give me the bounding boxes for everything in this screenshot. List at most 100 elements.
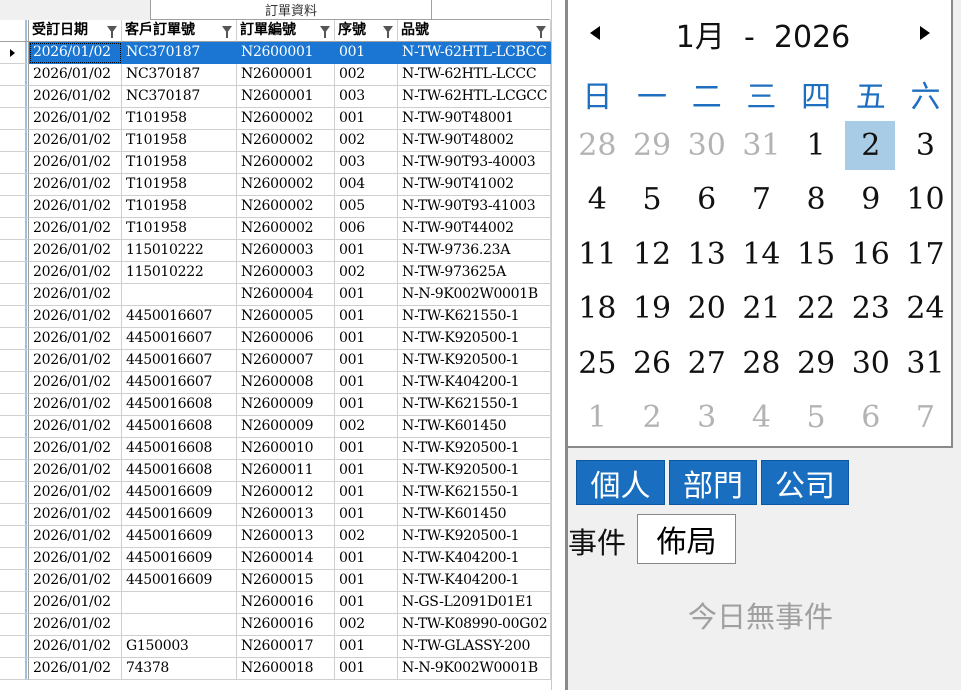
- cell-customer-order-no[interactable]: [122, 592, 237, 614]
- cell-customer-order-no[interactable]: 115010222: [122, 262, 237, 284]
- cell-customer-order-no[interactable]: 4450016608: [122, 460, 237, 482]
- cell-item-no[interactable]: N-N-9K002W0001B: [398, 658, 551, 680]
- cell-order-no[interactable]: N2600013: [237, 504, 335, 526]
- cell-item-no[interactable]: N-TW-62HTL-LCGCC: [398, 86, 551, 108]
- calendar-day[interactable]: 22: [789, 282, 844, 337]
- calendar-day[interactable]: 29: [789, 336, 844, 391]
- cell-seq[interactable]: 002: [335, 614, 398, 636]
- cell-order-date[interactable]: 2026/01/02: [29, 86, 122, 108]
- cell-seq[interactable]: 006: [335, 218, 398, 240]
- calendar-day-selected[interactable]: 2: [843, 118, 898, 173]
- cell-seq[interactable]: 001: [335, 350, 398, 372]
- filter-icon[interactable]: [383, 26, 393, 38]
- row-header[interactable]: [0, 460, 29, 482]
- cell-order-date[interactable]: 2026/01/02: [29, 306, 122, 328]
- cell-item-no[interactable]: N-TW-K621550-1: [398, 306, 551, 328]
- row-header[interactable]: [0, 658, 29, 680]
- cell-order-no[interactable]: N2600016: [237, 614, 335, 636]
- cell-item-no[interactable]: N-TW-K601450: [398, 504, 551, 526]
- cell-item-no[interactable]: N-TW-K920500-1: [398, 350, 551, 372]
- table-row[interactable]: 2026/01/02 N2600004 001 N-N-9K002W0001B: [0, 284, 551, 306]
- cell-seq[interactable]: 001: [335, 240, 398, 262]
- cell-customer-order-no[interactable]: 4450016608: [122, 394, 237, 416]
- calendar-day[interactable]: 6: [679, 173, 734, 228]
- cell-item-no[interactable]: N-TW-K404200-1: [398, 570, 551, 592]
- prev-month-icon[interactable]: [590, 26, 600, 40]
- row-header[interactable]: [0, 284, 29, 306]
- cell-order-date[interactable]: 2026/01/02: [29, 218, 122, 240]
- cell-order-date[interactable]: 2026/01/02: [29, 240, 122, 262]
- cell-customer-order-no[interactable]: 4450016609: [122, 548, 237, 570]
- table-row[interactable]: 2026/01/02 4450016607 N2600006 001 N-TW-K920…: [0, 328, 551, 350]
- row-header[interactable]: [0, 42, 29, 64]
- cell-customer-order-no[interactable]: 4450016608: [122, 438, 237, 460]
- cell-seq[interactable]: 002: [335, 262, 398, 284]
- cell-order-date[interactable]: 2026/01/02: [29, 504, 122, 526]
- cell-seq[interactable]: 001: [335, 108, 398, 130]
- cell-order-no[interactable]: N2600002: [237, 108, 335, 130]
- calendar-day[interactable]: 25: [570, 336, 625, 391]
- calendar-day[interactable]: 26: [625, 336, 680, 391]
- calendar-day[interactable]: 1: [789, 118, 844, 173]
- cell-item-no[interactable]: N-TW-9736.23A: [398, 240, 551, 262]
- calendar-day[interactable]: 12: [625, 227, 680, 282]
- column-header-item-no[interactable]: 品號: [398, 20, 551, 42]
- calendar-day[interactable]: 30: [679, 118, 734, 173]
- cell-customer-order-no[interactable]: 74378: [122, 658, 237, 680]
- table-row[interactable]: 2026/01/02 4450016609 N2600012 001 N-TW-K621…: [0, 482, 551, 504]
- cell-customer-order-no[interactable]: [122, 614, 237, 636]
- row-header[interactable]: [0, 438, 29, 460]
- row-header[interactable]: [0, 592, 29, 614]
- cell-order-date[interactable]: 2026/01/02: [29, 636, 122, 658]
- personal-button[interactable]: 個人: [576, 460, 665, 505]
- cell-order-no[interactable]: N2600017: [237, 636, 335, 658]
- cell-item-no[interactable]: N-TW-90T48002: [398, 130, 551, 152]
- cell-item-no[interactable]: N-TW-K08990-00G02: [398, 614, 551, 636]
- calendar-day[interactable]: 4: [734, 391, 789, 446]
- cell-order-date[interactable]: 2026/01/02: [29, 394, 122, 416]
- cell-order-no[interactable]: N2600002: [237, 174, 335, 196]
- cell-seq[interactable]: 002: [335, 416, 398, 438]
- calendar-day[interactable]: 31: [734, 118, 789, 173]
- cell-order-no[interactable]: N2600009: [237, 416, 335, 438]
- cell-order-no[interactable]: N2600015: [237, 570, 335, 592]
- cell-seq[interactable]: 001: [335, 570, 398, 592]
- table-row[interactable]: 2026/01/02 T101958 N2600002 002 N-TW-90T4800…: [0, 130, 551, 152]
- row-header[interactable]: [0, 416, 29, 438]
- cell-item-no[interactable]: N-N-9K002W0001B: [398, 284, 551, 306]
- calendar-day[interactable]: 21: [734, 282, 789, 337]
- cell-order-date[interactable]: 2026/01/02: [29, 526, 122, 548]
- table-row[interactable]: 2026/01/02 T101958 N2600002 001 N-TW-90T4800…: [0, 108, 551, 130]
- calendar-day[interactable]: 7: [734, 173, 789, 228]
- calendar-day[interactable]: 24: [898, 282, 953, 337]
- cell-customer-order-no[interactable]: NC370187: [122, 64, 237, 86]
- cell-customer-order-no[interactable]: G150003: [122, 636, 237, 658]
- cell-order-date[interactable]: 2026/01/02: [29, 130, 122, 152]
- table-row[interactable]: 2026/01/02 T101958 N2600002 006 N-TW-90T4400…: [0, 218, 551, 240]
- filter-icon[interactable]: [320, 26, 330, 38]
- table-row[interactable]: 2026/01/02 G150003 N2600017 001 N-TW-GLASSY-…: [0, 636, 551, 658]
- department-button[interactable]: 部門: [669, 460, 757, 505]
- calendar-day[interactable]: 1: [570, 391, 625, 446]
- row-header[interactable]: [0, 614, 29, 636]
- cell-order-date[interactable]: 2026/01/02: [29, 108, 122, 130]
- table-row[interactable]: 2026/01/02 4450016609 N2600015 001 N-TW-K404…: [0, 570, 551, 592]
- cell-seq[interactable]: 003: [335, 152, 398, 174]
- row-header[interactable]: [0, 130, 29, 152]
- table-row[interactable]: 2026/01/02 T101958 N2600002 003 N-TW-90T93-4…: [0, 152, 551, 174]
- cell-order-no[interactable]: N2600014: [237, 548, 335, 570]
- table-row[interactable]: 2026/01/02 T101958 N2600002 005 N-TW-90T93-4…: [0, 196, 551, 218]
- table-row[interactable]: 2026/01/02 4450016607 N2600008 001 N-TW-K404…: [0, 372, 551, 394]
- row-header[interactable]: [0, 372, 29, 394]
- cell-seq[interactable]: 002: [335, 526, 398, 548]
- cell-order-no[interactable]: N2600018: [237, 658, 335, 680]
- table-row[interactable]: 2026/01/02 NC370187 N2600001 001 N-TW-62HTL-…: [0, 42, 551, 64]
- calendar-day[interactable]: 8: [789, 173, 844, 228]
- row-header[interactable]: [0, 636, 29, 658]
- table-row[interactable]: 2026/01/02 4450016607 N2600005 001 N-TW-K621…: [0, 306, 551, 328]
- calendar-day[interactable]: 16: [843, 227, 898, 282]
- cell-order-date[interactable]: 2026/01/02: [29, 592, 122, 614]
- cell-item-no[interactable]: N-TW-K920500-1: [398, 438, 551, 460]
- cell-order-date[interactable]: 2026/01/02: [29, 658, 122, 680]
- cell-customer-order-no[interactable]: NC370187: [122, 42, 237, 64]
